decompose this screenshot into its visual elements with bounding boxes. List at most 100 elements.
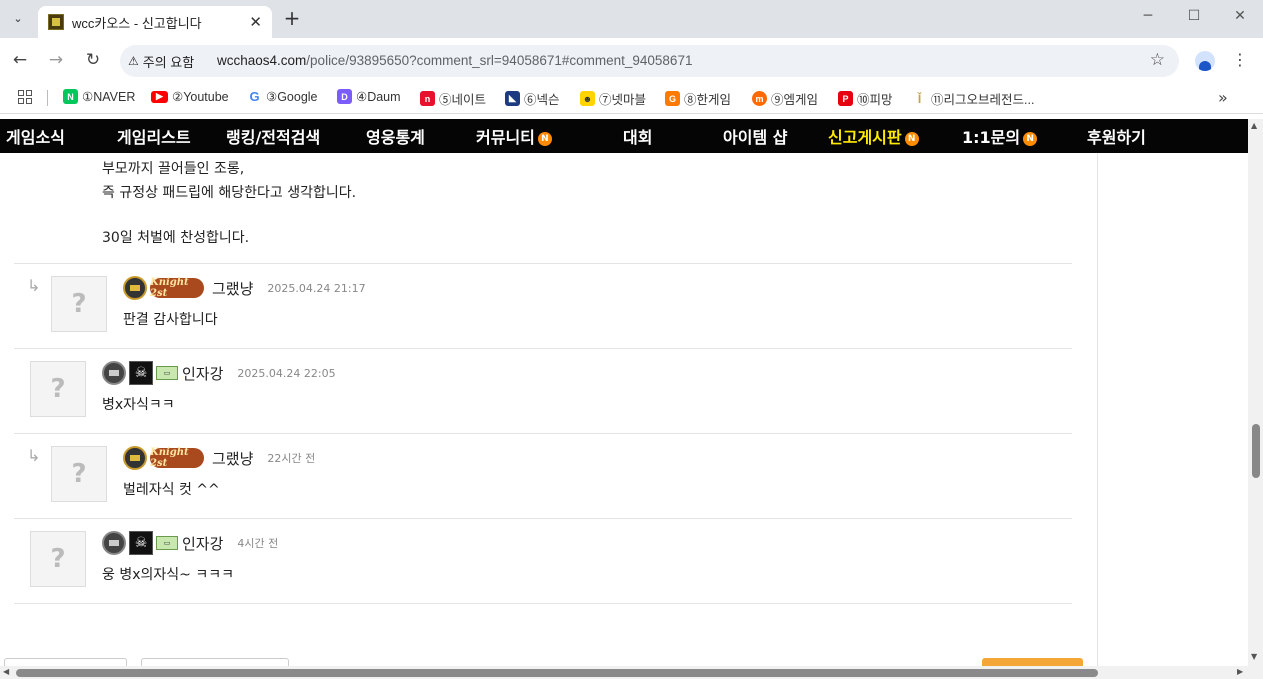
- comment-author[interactable]: 그랬냥: [212, 278, 253, 299]
- level-badge-icon: [123, 276, 147, 300]
- skull-icon: ☠: [129, 531, 153, 555]
- google-icon: G: [247, 89, 262, 104]
- comment-date: 2025.04.24 21:17: [267, 281, 366, 295]
- maximize-icon[interactable]: ☐: [1184, 8, 1204, 24]
- bookmarks-overflow-icon[interactable]: »: [1218, 88, 1228, 107]
- bookmarks-separator: [47, 90, 48, 106]
- bookmark-label: ④Daum: [356, 90, 401, 104]
- avatar[interactable]: ?: [51, 276, 107, 332]
- bookmark-lol[interactable]: Ǐ ⑪리그오브레전드...: [912, 89, 1034, 108]
- comment-header: ☠ ▭ 인자강 2025.04.24 22:05: [102, 361, 336, 385]
- minimize-icon[interactable]: ─: [1138, 8, 1158, 24]
- nav-tournament[interactable]: 대회: [623, 124, 652, 148]
- bookmark-naver[interactable]: N ①NAVER: [63, 89, 135, 104]
- security-warning-label: 주의 요함: [142, 54, 195, 70]
- naver-icon: N: [63, 89, 78, 104]
- bookmark-label: ⑨엠게임: [771, 93, 819, 107]
- bookmark-google[interactable]: G ③Google: [247, 89, 318, 104]
- back-arrow-icon[interactable]: ←: [10, 50, 30, 70]
- main-content: 부모까지 끌어들인 조롱, 즉 규정상 패드립에 해당한다고 생각합니다. 30…: [0, 153, 1248, 666]
- bookmark-label: ⑪리그오브레전드...: [931, 93, 1035, 107]
- browser-menu-icon[interactable]: ⋮: [1232, 50, 1248, 69]
- new-badge-icon: N: [904, 131, 919, 146]
- new-tab-button[interactable]: +: [282, 7, 302, 29]
- url-text[interactable]: wcchaos4.com/police/93895650?comment_srl…: [217, 53, 692, 68]
- bookmark-netmarble[interactable]: ☻ ⑦넷마블: [580, 89, 646, 108]
- nav-community[interactable]: 커뮤니티 N: [476, 124, 552, 148]
- nexon-icon: ◣: [505, 91, 520, 106]
- nav-ranking-search[interactable]: 랭킹/전적검색: [226, 124, 320, 148]
- horizontal-scrollbar[interactable]: ◀ ▶: [0, 666, 1248, 679]
- bookmark-label: ⑦넷마블: [599, 93, 647, 107]
- secondary-button[interactable]: [141, 658, 289, 666]
- comment-author[interactable]: 인자강: [182, 533, 223, 554]
- bookmark-pmang[interactable]: P ⑩피망: [838, 89, 893, 108]
- nav-game-list[interactable]: 게임리스트: [117, 124, 191, 148]
- level-badge-icon: [102, 361, 126, 385]
- youtube-icon: ▶: [151, 90, 168, 103]
- avatar[interactable]: ?: [30, 531, 86, 587]
- vertical-scroll-thumb[interactable]: [1252, 424, 1260, 478]
- write-button[interactable]: [982, 658, 1083, 666]
- apps-grid-icon[interactable]: [18, 90, 32, 104]
- bookmark-label: ⑧한게임: [684, 93, 732, 107]
- bookmark-youtube[interactable]: ▶ ②Youtube: [151, 89, 229, 104]
- nav-community-label: 커뮤니티: [476, 128, 535, 147]
- scroll-up-icon[interactable]: ▲: [1251, 121, 1257, 130]
- avatar[interactable]: ?: [51, 446, 107, 502]
- new-badge-icon: N: [537, 131, 552, 146]
- bookmark-label: ①NAVER: [82, 90, 136, 104]
- list-button[interactable]: [4, 658, 127, 666]
- bookmark-daum[interactable]: D ④Daum: [337, 89, 401, 104]
- comment-date: 4시간 전: [237, 537, 279, 550]
- url-path: /police/93895650?comment_srl=94058671#co…: [306, 53, 693, 68]
- browser-tab-active[interactable]: wcc카오스 - 신고합니다 ✕: [38, 6, 272, 38]
- nav-report-board[interactable]: 신고게시판 N: [828, 124, 919, 148]
- bookmark-star-icon[interactable]: ☆: [1150, 50, 1165, 70]
- bookmark-hangame[interactable]: G ⑧한게임: [665, 89, 731, 108]
- security-warning-chip[interactable]: ⚠ 주의 요함: [128, 45, 194, 77]
- level-badge-icon: [102, 531, 126, 555]
- bookmark-mgame[interactable]: m ⑨엠게임: [752, 89, 818, 108]
- bookmark-nexon[interactable]: ◣ ⑥넥슨: [505, 89, 560, 108]
- reload-icon[interactable]: ↻: [83, 50, 103, 70]
- nate-icon: n: [420, 91, 435, 106]
- warning-triangle-icon: ⚠: [128, 54, 139, 68]
- nav-report-board-label: 신고게시판: [828, 128, 902, 147]
- avatar[interactable]: ?: [30, 361, 86, 417]
- window-close-icon[interactable]: ✕: [1230, 8, 1250, 24]
- lol-icon: Ǐ: [912, 91, 927, 106]
- address-bar[interactable]: ⚠ 주의 요함 wcchaos4.com/police/93895650?com…: [120, 45, 1179, 77]
- nav-inquiry[interactable]: 1:1문의 N: [962, 124, 1038, 148]
- bookmark-label: ⑩피망: [857, 93, 893, 107]
- hangame-icon: G: [665, 91, 680, 106]
- mgame-icon: m: [752, 91, 767, 106]
- scrollbar-corner: [1248, 666, 1263, 679]
- tab-close-icon[interactable]: ✕: [249, 13, 262, 31]
- forward-arrow-icon[interactable]: →: [46, 50, 66, 70]
- comment-header: Knight 2st 그랬냥 22시간 전: [123, 446, 315, 470]
- comment-author[interactable]: 그랬냥: [212, 448, 253, 469]
- netmarble-icon: ☻: [580, 91, 595, 106]
- bookmark-label: ②Youtube: [172, 90, 229, 104]
- comment-item: ? ☠ ▭ 인자강 2025.04.24 22:05 병x자식ㅋㅋ: [14, 349, 1072, 434]
- tab-search-dropdown[interactable]: ⌄: [6, 6, 30, 30]
- comment-divider: [14, 153, 1072, 264]
- nav-donate[interactable]: 후원하기: [1087, 124, 1146, 148]
- scroll-right-icon[interactable]: ▶: [1237, 667, 1243, 676]
- bookmark-nate[interactable]: n ⑤네이트: [420, 89, 486, 108]
- tab-title: wcc카오스 - 신고합니다: [72, 15, 202, 31]
- horizontal-scroll-thumb[interactable]: [16, 669, 1098, 677]
- scroll-down-icon[interactable]: ▼: [1251, 652, 1257, 661]
- nav-game-news[interactable]: 게임소식: [6, 124, 65, 148]
- nav-hero-stats[interactable]: 영웅통계: [366, 124, 425, 148]
- comment-header: ☠ ▭ 인자강 4시간 전: [102, 531, 278, 555]
- comment-date: 22시간 전: [267, 452, 316, 465]
- vertical-scrollbar[interactable]: ▲ ▼: [1248, 119, 1263, 666]
- reply-arrow-icon: ↳: [27, 446, 41, 465]
- nav-item-shop[interactable]: 아이템 샵: [723, 124, 787, 148]
- profile-avatar-icon[interactable]: [1195, 51, 1215, 71]
- scroll-left-icon[interactable]: ◀: [3, 667, 9, 676]
- reply-arrow-icon: ↳: [27, 276, 41, 295]
- comment-author[interactable]: 인자강: [182, 363, 223, 384]
